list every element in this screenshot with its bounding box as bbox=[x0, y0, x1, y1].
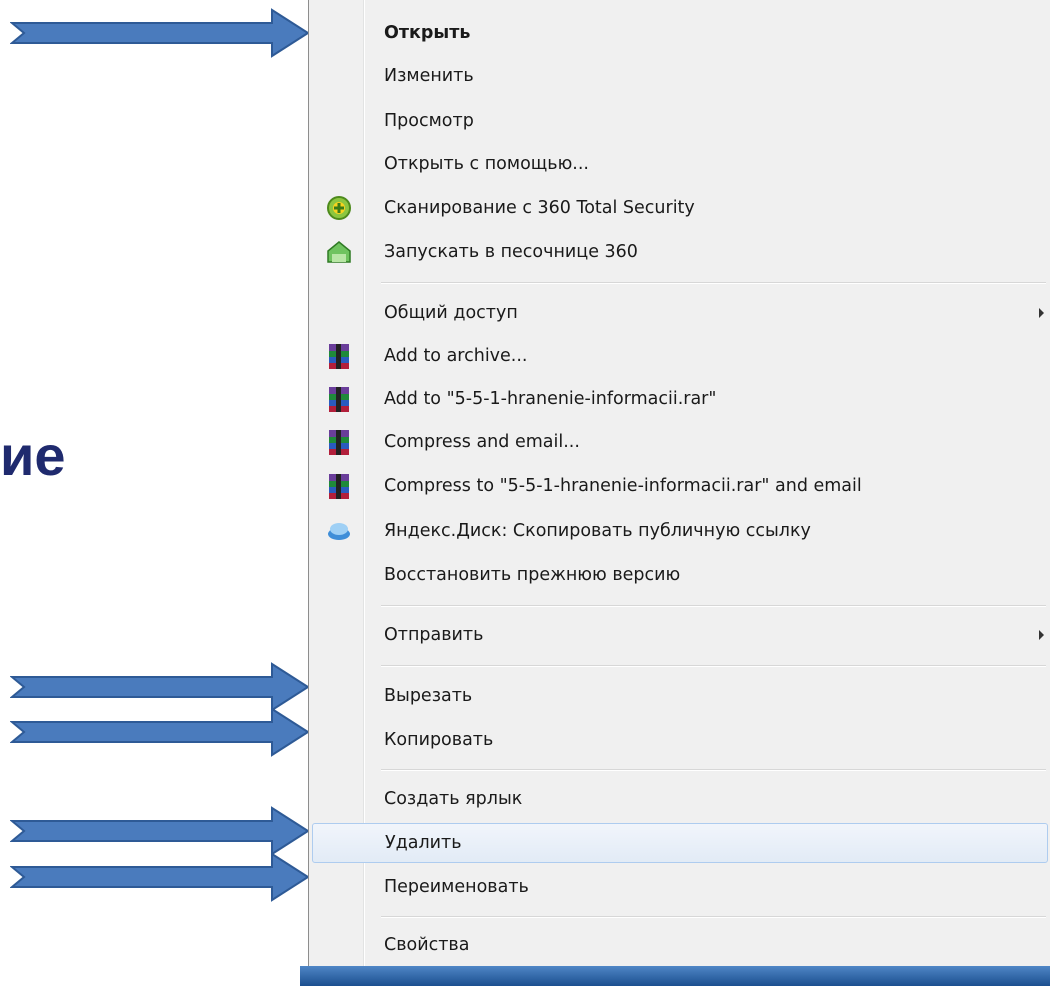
menu-item-label: Отправить bbox=[384, 625, 484, 645]
menu-item-share[interactable]: Общий доступ bbox=[312, 293, 1050, 333]
menu-item-restore-previous-version[interactable]: Восстановить прежнюю версию bbox=[312, 555, 1050, 595]
menu-separator bbox=[381, 665, 1046, 667]
menu-separator bbox=[381, 916, 1046, 918]
menu-item-cut[interactable]: Вырезать bbox=[312, 676, 1050, 716]
winrar-icon bbox=[329, 474, 349, 499]
menu-item-label: Удалить bbox=[385, 833, 462, 853]
menu-item-create-shortcut[interactable]: Создать ярлык bbox=[312, 779, 1050, 819]
menu-item-label: Compress and email... bbox=[384, 432, 580, 452]
menu-item-label: Общий доступ bbox=[384, 303, 518, 323]
menu-item-label: Вырезать bbox=[384, 686, 473, 706]
menu-item-open-with[interactable]: Открыть с помощью... bbox=[312, 144, 1050, 184]
winrar-icon bbox=[329, 430, 349, 455]
menu-item-label: Создать ярлык bbox=[384, 789, 523, 809]
menu-item-label: Add to archive... bbox=[384, 346, 528, 366]
arrow-pointer-cut bbox=[10, 662, 310, 712]
menu-item-rename[interactable]: Переименовать bbox=[312, 867, 1050, 907]
menu-item-send-to[interactable]: Отправить bbox=[312, 615, 1050, 655]
menu-item-label: Открыть bbox=[384, 23, 471, 43]
menu-item-label: Изменить bbox=[384, 66, 474, 86]
menu-item-label: Переименовать bbox=[384, 877, 529, 897]
taskbar bbox=[300, 966, 1050, 986]
menu-item-label: Просмотр bbox=[384, 111, 474, 131]
arrow-pointer-copy bbox=[10, 707, 310, 757]
menu-separator bbox=[381, 769, 1046, 771]
slide-heading-fragment: ие bbox=[0, 424, 66, 487]
menu-item-edit[interactable]: Изменить bbox=[312, 56, 1050, 96]
menu-item-copy[interactable]: Копировать bbox=[312, 720, 1050, 760]
menu-item-add-to-rar[interactable]: Add to "5-5-1-hranenie-informacii.rar" bbox=[312, 379, 1050, 419]
arrow-pointer-rename bbox=[10, 852, 310, 902]
menu-item-add-to-archive[interactable]: Add to archive... bbox=[312, 336, 1050, 376]
menu-item-label: Копировать bbox=[384, 730, 494, 750]
submenu-arrow-icon bbox=[1039, 308, 1044, 318]
menu-item-properties[interactable]: Свойства bbox=[312, 925, 1050, 965]
menu-item-label: Свойства bbox=[384, 935, 470, 955]
menu-item-360-sandbox[interactable]: Запускать в песочнице 360 bbox=[312, 232, 1050, 272]
menu-item-open[interactable]: Открыть bbox=[312, 13, 1050, 53]
menu-item-label: Запускать в песочнице 360 bbox=[384, 242, 638, 262]
yandex-disk-icon bbox=[328, 523, 350, 540]
menu-item-label: Add to "5-5-1-hranenie-informacii.rar" bbox=[384, 389, 717, 409]
menu-item-label: Открыть с помощью... bbox=[384, 154, 589, 174]
menu-item-label: Compress to "5-5-1-hranenie-informacii.r… bbox=[384, 476, 862, 496]
360-sandbox-icon bbox=[327, 241, 351, 263]
arrow-pointer-open bbox=[10, 8, 310, 58]
menu-item-delete[interactable]: Удалить bbox=[312, 823, 1048, 863]
menu-item-label: Яндекс.Диск: Скопировать публичную ссылк… bbox=[384, 521, 811, 541]
360-scan-icon bbox=[327, 196, 351, 220]
menu-separator bbox=[381, 605, 1046, 607]
arrow-pointer-delete bbox=[10, 806, 310, 856]
menu-item-preview[interactable]: Просмотр bbox=[312, 101, 1050, 141]
menu-item-360-scan[interactable]: Сканирование с 360 Total Security bbox=[312, 188, 1050, 228]
winrar-icon bbox=[329, 344, 349, 369]
context-menu: Открыть Изменить Просмотр Открыть с помо… bbox=[308, 0, 1050, 966]
menu-separator bbox=[381, 282, 1046, 284]
menu-item-label: Восстановить прежнюю версию bbox=[384, 565, 681, 585]
menu-item-label: Сканирование с 360 Total Security bbox=[384, 198, 695, 218]
menu-item-yandex-disk-link[interactable]: Яндекс.Диск: Скопировать публичную ссылк… bbox=[312, 511, 1050, 551]
winrar-icon bbox=[329, 387, 349, 412]
menu-item-compress-to-rar-and-email[interactable]: Compress to "5-5-1-hranenie-informacii.r… bbox=[312, 466, 1050, 506]
submenu-arrow-icon bbox=[1039, 630, 1044, 640]
menu-item-compress-and-email[interactable]: Compress and email... bbox=[312, 422, 1050, 462]
